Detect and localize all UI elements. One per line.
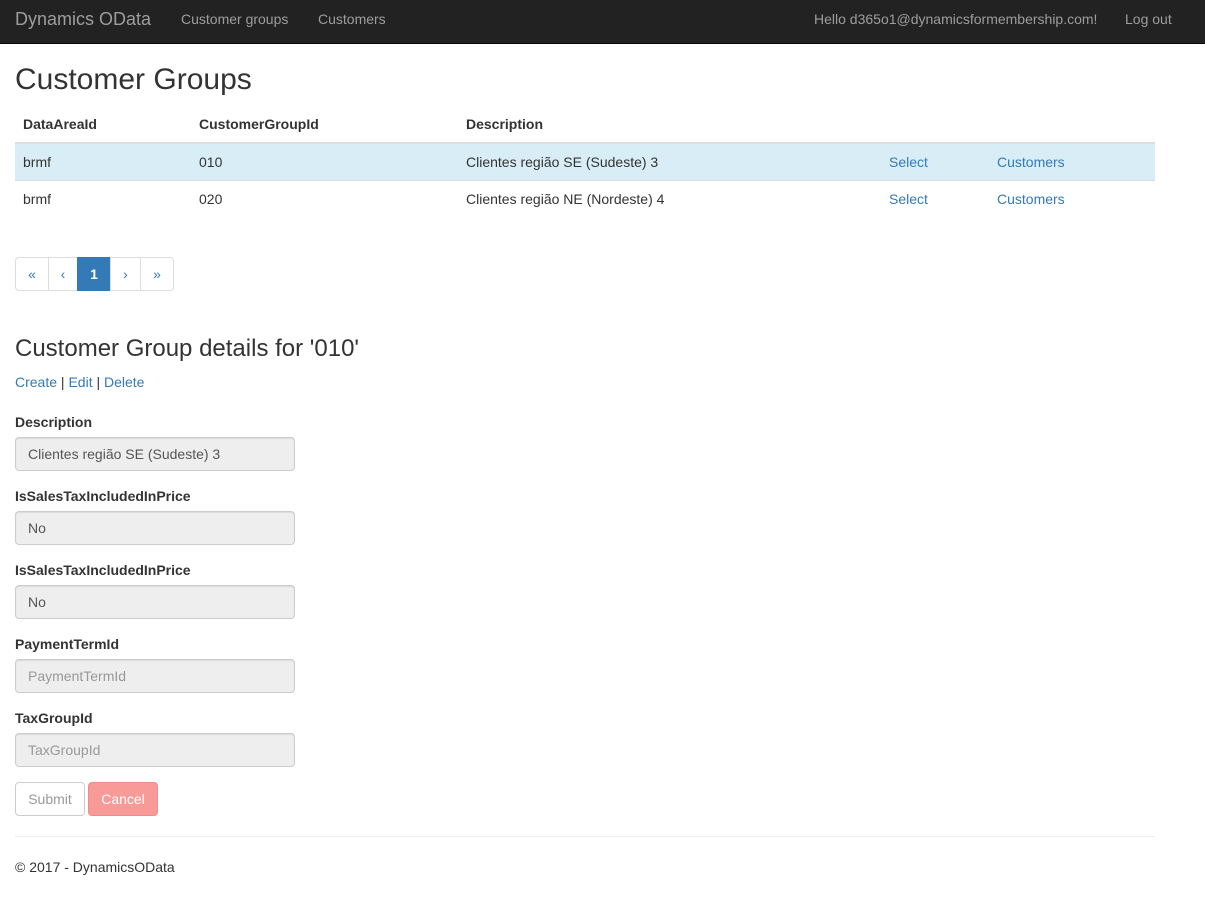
customers-link[interactable]: Customers bbox=[997, 154, 1065, 170]
cell-customer-group-id: 010 bbox=[191, 142, 458, 181]
cell-customer-group-id: 020 bbox=[191, 180, 458, 218]
page-title: Customer Groups bbox=[15, 63, 252, 96]
is-sales-tax-included-field[interactable] bbox=[15, 511, 295, 545]
customers-link[interactable]: Customers bbox=[997, 191, 1065, 207]
details-title: Customer Group details for '010' bbox=[15, 335, 359, 362]
logout-link[interactable]: Log out bbox=[1125, 11, 1172, 27]
navbar: Dynamics OData Customer groups Customers… bbox=[0, 0, 1205, 44]
action-separator: | bbox=[96, 374, 101, 390]
tax-group-id-label: TaxGroupId bbox=[15, 710, 93, 726]
cell-customers: Customers bbox=[989, 180, 1155, 218]
action-separator: | bbox=[60, 374, 65, 390]
payment-term-id-label: PaymentTermId bbox=[15, 636, 119, 652]
cancel-button[interactable]: Cancel bbox=[88, 782, 158, 816]
table-row: brmf 010 Clientes região SE (Sudeste) 3 … bbox=[15, 142, 1155, 181]
customer-groups-table: DataAreaId CustomerGroupId Description b… bbox=[15, 106, 1155, 218]
footer-divider bbox=[15, 836, 1155, 837]
pagination-page-1-button[interactable]: 1 bbox=[77, 257, 111, 291]
header-data-area-id: DataAreaId bbox=[15, 106, 191, 144]
header-customer-group-id: CustomerGroupId bbox=[191, 106, 458, 144]
is-sales-tax-included-label-2: IsSalesTaxIncludedInPrice bbox=[15, 562, 191, 578]
cell-select: Select bbox=[881, 142, 989, 181]
pagination-first-button[interactable]: « bbox=[15, 257, 49, 291]
cell-description: Clientes região NE (Nordeste) 4 bbox=[458, 180, 881, 218]
pagination-prev-button[interactable]: ‹ bbox=[48, 257, 78, 291]
cell-customers: Customers bbox=[989, 142, 1155, 181]
brand-link[interactable]: Dynamics OData bbox=[15, 9, 151, 29]
payment-term-id-field[interactable] bbox=[15, 659, 295, 693]
header-customers bbox=[989, 106, 1155, 144]
is-sales-tax-included-field-2[interactable] bbox=[15, 585, 295, 619]
edit-link[interactable]: Edit bbox=[68, 374, 92, 390]
footer-copyright: © 2017 - DynamicsOData bbox=[15, 859, 175, 875]
tax-group-id-field[interactable] bbox=[15, 733, 295, 767]
is-sales-tax-included-label: IsSalesTaxIncludedInPrice bbox=[15, 488, 191, 504]
user-greeting-link[interactable]: Hello d365o1@dynamicsformembership.com! bbox=[814, 11, 1097, 27]
description-label: Description bbox=[15, 414, 93, 430]
cell-description: Clientes região SE (Sudeste) 3 bbox=[458, 142, 881, 181]
cell-data-area-id: brmf bbox=[15, 180, 191, 218]
submit-button[interactable]: Submit bbox=[15, 782, 85, 816]
pagination: « ‹ 1 › » bbox=[15, 257, 174, 291]
select-link[interactable]: Select bbox=[889, 154, 928, 170]
description-field[interactable] bbox=[15, 437, 295, 471]
nav-customers[interactable]: Customers bbox=[318, 11, 386, 27]
table-row: brmf 020 Clientes região NE (Nordeste) 4… bbox=[15, 180, 1155, 218]
cell-select: Select bbox=[881, 180, 989, 218]
cell-data-area-id: brmf bbox=[15, 142, 191, 181]
delete-link[interactable]: Delete bbox=[104, 374, 144, 390]
table-header-row: DataAreaId CustomerGroupId Description bbox=[15, 106, 1155, 144]
header-select bbox=[881, 106, 989, 144]
pagination-next-button[interactable]: › bbox=[110, 257, 141, 291]
pagination-last-button[interactable]: » bbox=[140, 257, 174, 291]
detail-actions: Create | Edit | Delete bbox=[15, 374, 144, 390]
select-link[interactable]: Select bbox=[889, 191, 928, 207]
create-link[interactable]: Create bbox=[15, 374, 57, 390]
nav-customer-groups[interactable]: Customer groups bbox=[181, 11, 288, 27]
header-description: Description bbox=[458, 106, 881, 144]
